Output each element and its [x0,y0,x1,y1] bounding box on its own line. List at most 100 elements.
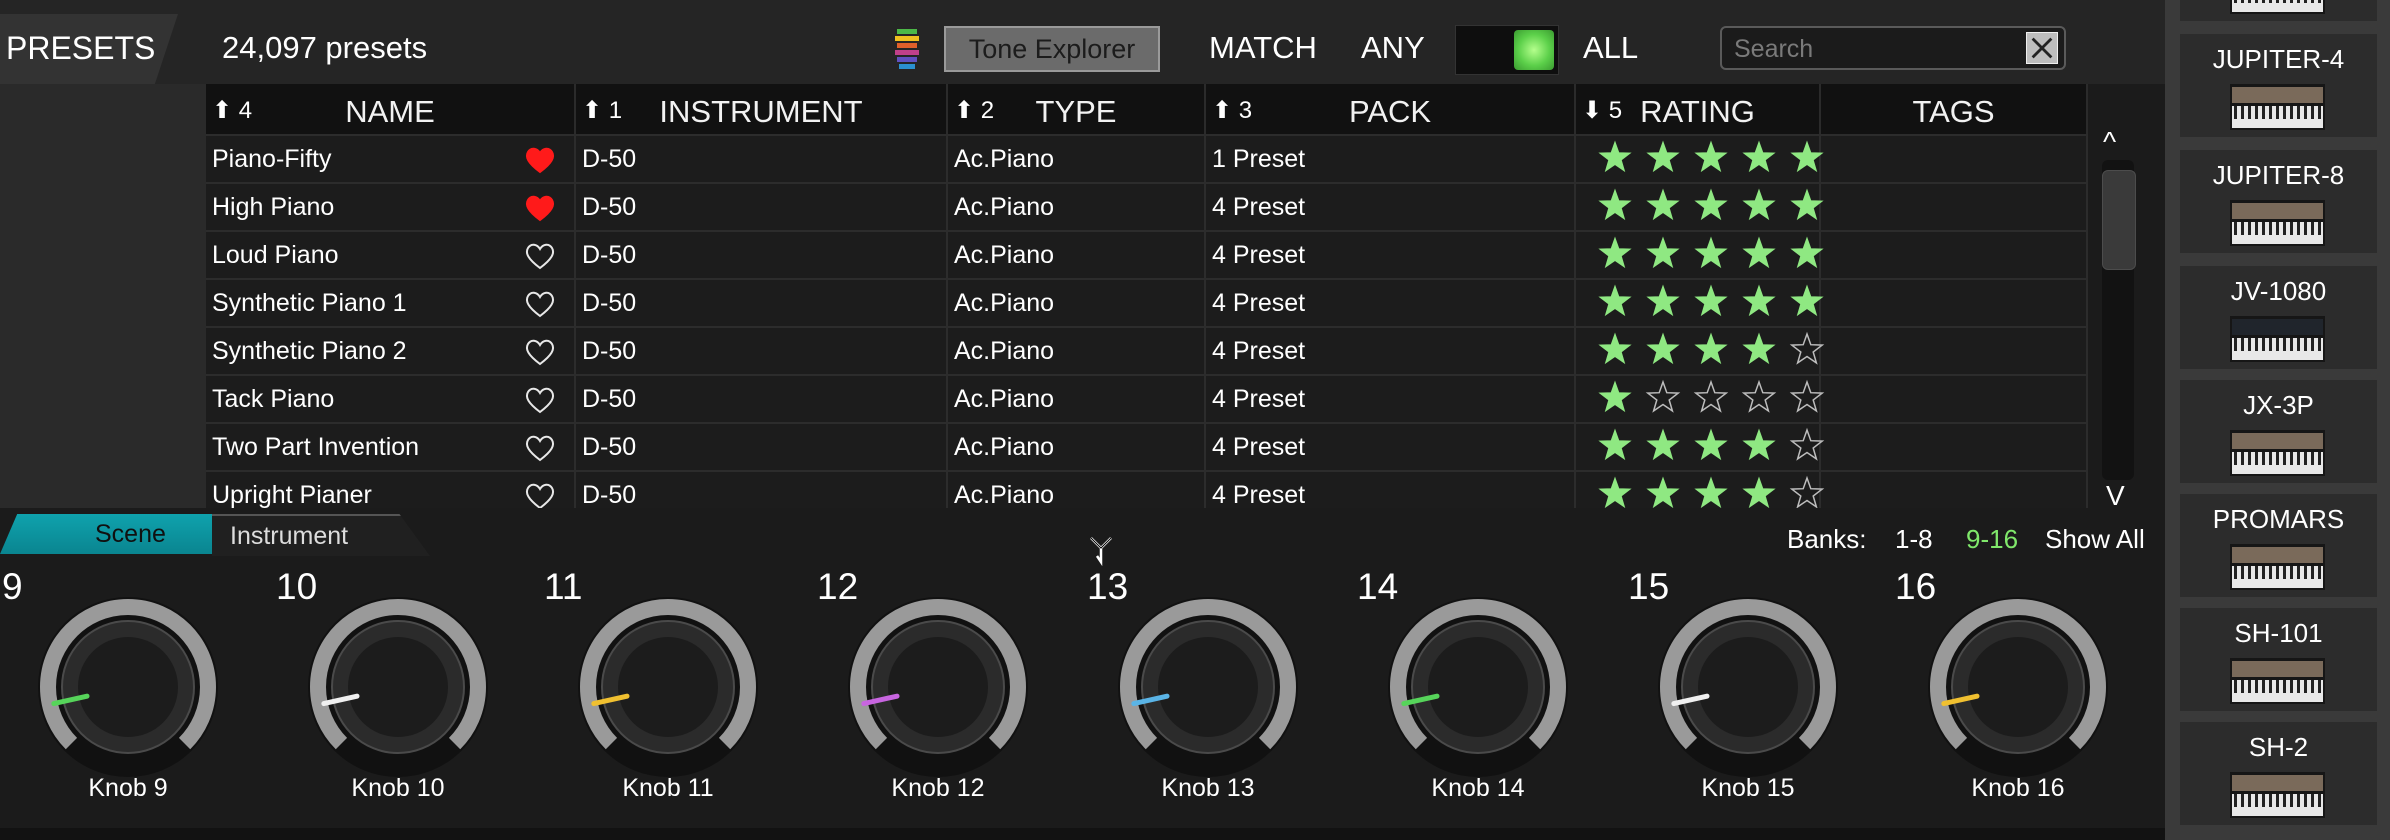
star-empty-icon [1789,427,1825,461]
column-header-label: NAME [345,94,435,129]
knob-label: Knob 15 [1701,774,1795,802]
knob-dial[interactable] [305,594,491,780]
table-row[interactable]: Two Part Invention D-50 Ac.Piano 4 Preset [206,422,2088,470]
synth-panel-icon [2230,0,2325,14]
presets-tab[interactable]: PRESETS [0,14,178,84]
cell-type: Ac.Piano [948,232,1206,278]
star-filled-icon [1742,140,1776,173]
favorite-outline-icon[interactable] [524,240,556,270]
favorite-filled-icon[interactable] [524,144,556,174]
table-row[interactable]: Synthetic Piano 1 D-50 Ac.Piano 4 Preset [206,278,2088,326]
tab-scene[interactable]: Scene [0,514,215,554]
favorite-outline-icon[interactable] [524,288,556,318]
knob-dial[interactable] [575,594,761,780]
star-rating[interactable] [1595,184,1831,230]
table-row[interactable]: Piano-Fifty D-50 Ac.Piano 1 Preset [206,134,2088,182]
column-header-rating[interactable]: ⬇ 5 RATING [1576,84,1821,134]
favorite-outline-icon[interactable] [524,336,556,366]
knob-dial[interactable] [1385,594,1571,780]
instrument-name: PROMARS [2212,504,2345,534]
star-filled-icon [1646,140,1680,173]
instrument-name: JV-1080 [2230,276,2327,306]
column-header-instrument[interactable]: ⬆ 1 INSTRUMENT [576,84,948,134]
star-rating[interactable] [1595,280,1831,326]
bank-9-16-button[interactable]: 9-16 [1966,524,2018,555]
search-box[interactable] [1720,26,2066,70]
instrument-card[interactable]: JV-1080 [2180,266,2377,369]
knob-dial[interactable] [1925,594,2111,780]
cell-pack: 4 Preset [1206,472,1576,508]
instrument-name: JX-3P [2243,390,2314,420]
scroll-thumb[interactable] [2102,170,2136,270]
tone-explorer-icon[interactable] [893,27,921,71]
star-filled-icon [1598,476,1632,508]
instrument-card[interactable] [2180,0,2377,21]
clear-search-icon[interactable] [2026,32,2058,64]
tone-explorer-button[interactable]: Tone Explorer [944,26,1160,72]
cell-tags [1821,280,2088,326]
column-header-name[interactable]: ⬆ 4 NAME [206,84,576,134]
match-any-option[interactable]: ANY [1361,30,1425,66]
table-row[interactable]: High Piano D-50 Ac.Piano 4 Preset [206,182,2088,230]
toggle-indicator [1514,30,1554,70]
cell-instrument: D-50 [576,424,948,470]
star-empty-icon [1645,379,1681,413]
cell-pack: 4 Preset [1206,376,1576,422]
column-header-type[interactable]: ⬆ 2 TYPE [948,84,1206,134]
column-header-pack[interactable]: ⬆ 3 PACK [1206,84,1576,134]
bottom-strip [0,828,2165,840]
knob-label: Knob 16 [1971,774,2065,802]
scroll-down-button[interactable]: V [2106,480,2125,512]
table-row[interactable]: Upright Pianer D-50 Ac.Piano 4 Preset [206,470,2088,508]
star-empty-icon [1741,379,1777,413]
show-all-banks-button[interactable]: Show All [2045,524,2145,555]
star-filled-icon [1646,332,1680,365]
match-all-option[interactable]: ALL [1583,30,1638,66]
instrument-card[interactable]: SH-2 [2180,722,2377,825]
star-rating[interactable] [1595,232,1831,278]
star-filled-icon [1694,476,1728,508]
favorite-outline-icon[interactable] [524,480,556,508]
column-header-tags[interactable]: TAGS [1821,84,2088,134]
star-rating[interactable] [1595,376,1831,422]
favorite-outline-icon[interactable] [524,432,556,462]
instrument-card[interactable]: PROMARS [2180,494,2377,597]
knob-dial[interactable] [35,594,221,780]
cell-tags [1821,232,2088,278]
knob-dial[interactable] [1655,594,1841,780]
star-rating[interactable] [1595,472,1831,508]
cell-type: Ac.Piano [948,376,1206,422]
star-rating[interactable] [1595,136,1831,182]
star-filled-icon [1742,332,1776,365]
star-filled-icon [1694,188,1728,221]
star-rating[interactable] [1595,424,1831,470]
knob-dial[interactable] [845,594,1031,780]
column-header-label: PACK [1348,94,1432,129]
table-row[interactable]: Tack Piano D-50 Ac.Piano 4 Preset [206,374,2088,422]
cell-name: Synthetic Piano 2 [206,328,576,374]
tab-instrument[interactable]: Instrument [212,514,430,556]
match-toggle[interactable] [1455,25,1559,75]
star-filled-icon [1790,284,1824,317]
favorite-outline-icon[interactable] [524,384,556,414]
bank-1-8-button[interactable]: 1-8 [1895,524,1933,555]
cell-pack: 4 Preset [1206,424,1576,470]
star-filled-icon [1598,236,1632,269]
cell-instrument: D-50 [576,280,948,326]
instrument-card[interactable]: JUPITER-8 [2180,150,2377,253]
knob-dial[interactable] [1115,594,1301,780]
cell-instrument: D-50 [576,136,948,182]
table-row[interactable]: Synthetic Piano 2 D-50 Ac.Piano 4 Preset [206,326,2088,374]
cell-instrument: D-50 [576,328,948,374]
star-rating[interactable] [1595,328,1831,374]
star-empty-icon [1789,475,1825,508]
instrument-card[interactable]: JX-3P [2180,380,2377,483]
favorite-filled-icon[interactable] [524,192,556,222]
instrument-name: JUPITER-8 [2212,160,2345,190]
search-input[interactable] [1732,32,2006,66]
instrument-card[interactable]: JUPITER-4 [2180,34,2377,137]
scroll-up-button[interactable]: ^ [2103,126,2116,158]
cell-name: Upright Pianer [206,472,576,508]
instrument-card[interactable]: SH-101 [2180,608,2377,711]
table-row[interactable]: Loud Piano D-50 Ac.Piano 4 Preset [206,230,2088,278]
